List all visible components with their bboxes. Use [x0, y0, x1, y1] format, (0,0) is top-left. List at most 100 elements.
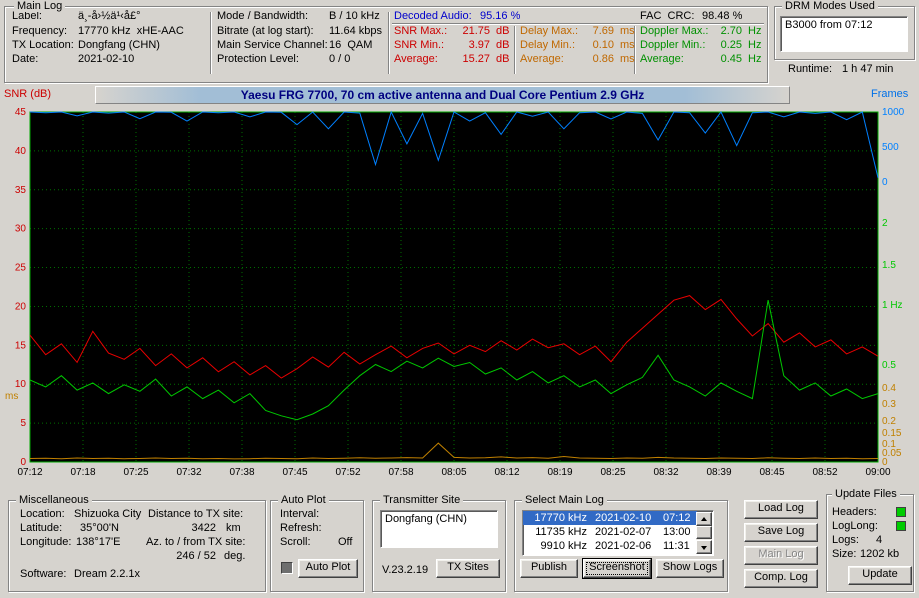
delay-min-value: 0.10 — [592, 39, 614, 51]
software-value: Dream 2.2.1x — [74, 568, 141, 580]
snr-min-caption: SNR Min.: — [394, 39, 445, 51]
auto-plot-button[interactable]: Auto Plot — [298, 559, 358, 578]
save-log-button[interactable]: Save Log — [744, 523, 818, 542]
headers-status-led — [896, 507, 906, 517]
frames-axis-label: Frames — [871, 88, 909, 100]
date-caption: Date: — [12, 53, 39, 65]
tx-location-caption: TX Location: — [12, 39, 74, 51]
latitude-caption: Latitude: — [20, 522, 63, 534]
scroll-value: Off — [338, 536, 353, 548]
delay-avg-caption: Average: — [520, 53, 564, 65]
distance-unit: km — [226, 522, 241, 534]
distance-value: 3422 — [191, 522, 216, 534]
svg-text:07:52: 07:52 — [335, 467, 360, 478]
svg-text:08:12: 08:12 — [494, 467, 519, 478]
separator — [514, 26, 516, 74]
log-list-item[interactable]: 11735 kHz 2021-02-07 13:00 — [523, 525, 697, 539]
screenshot-button[interactable]: Screenshot — [583, 559, 651, 578]
doppler-avg-value: 0.45 — [720, 53, 742, 65]
svg-text:08:19: 08:19 — [547, 467, 572, 478]
svg-text:08:39: 08:39 — [706, 467, 731, 478]
doppler-avg-unit: Hz — [748, 53, 762, 65]
doppler-min-value: 0.25 — [720, 39, 742, 51]
snr-avg-value: 15.27 — [462, 53, 490, 65]
logs-caption: Logs: — [832, 534, 859, 546]
loglong-status-led — [896, 521, 906, 531]
location-value: Shizuoka City — [74, 508, 142, 520]
scrollbar-thumb[interactable] — [696, 526, 712, 539]
miscellaneous-group-title: Miscellaneous — [16, 494, 92, 506]
log-list-item[interactable]: 9910 kHz 2021-02-06 11:31 — [523, 539, 697, 553]
delay-max-value: 7.69 — [592, 25, 614, 37]
publish-button[interactable]: Publish — [520, 559, 578, 578]
show-logs-button[interactable]: Show Logs — [656, 559, 724, 578]
msc-value: 16 QAM — [329, 39, 373, 51]
svg-text:08:25: 08:25 — [600, 467, 625, 478]
logs-value: 4 — [876, 534, 883, 546]
svg-text:08:05: 08:05 — [441, 467, 466, 478]
comp-log-button[interactable]: Comp. Log — [744, 569, 818, 588]
drm-mode-item[interactable]: B3000 from 07:12 — [785, 19, 872, 32]
size-value: 1202 kb — [860, 548, 900, 560]
arrow-up-icon — [701, 517, 707, 521]
load-log-button[interactable]: Load Log — [744, 500, 818, 519]
listbox-scrollbar[interactable] — [696, 512, 712, 554]
update-files-group-title: Update Files — [832, 488, 900, 500]
latitude-value: 35°00'N — [80, 522, 119, 534]
doppler-min-unit: Hz — [748, 39, 762, 51]
date-value: 2021-02-10 — [78, 53, 135, 65]
doppler-avg-caption: Average: — [640, 53, 684, 65]
mode-bandwidth-value: B / 10 kHz — [329, 10, 380, 22]
svg-text:0.4: 0.4 — [882, 383, 896, 394]
doppler-max-value: 2.70 — [720, 25, 742, 37]
azimuth-caption: Az. to / from TX site: — [146, 536, 246, 548]
svg-text:1.5: 1.5 — [882, 260, 896, 271]
software-caption: Software: — [20, 568, 67, 580]
log-item-time: 13:00 — [663, 526, 691, 538]
doppler-max-caption: Doppler Max.: — [640, 25, 709, 37]
snr-avg-caption: Average: — [394, 53, 438, 65]
main-log-listbox[interactable]: 17770 kHz 2021-02-10 07:12 11735 kHz 2021-0… — [522, 510, 714, 556]
size-caption: Size: — [832, 548, 857, 560]
scroll-caption: Scroll: — [280, 536, 311, 548]
distance-caption: Distance to TX site: — [148, 508, 244, 520]
snr-max-caption: SNR Max.: — [394, 25, 448, 37]
log-item-frequency: 11735 kHz — [535, 526, 587, 538]
transmitter-site-item[interactable]: Dongfang (CHN) — [385, 513, 467, 526]
main-log-group-title: Main Log — [14, 0, 66, 12]
log-item-frequency: 9910 kHz — [540, 540, 587, 552]
svg-text:35: 35 — [15, 185, 27, 196]
chart-title-bar: Yaesu FRG 7700, 70 cm active antenna and… — [95, 86, 790, 104]
log-item-time: 07:12 — [663, 512, 691, 524]
snr-avg-unit: dB — [496, 53, 510, 65]
svg-text:20: 20 — [15, 301, 27, 312]
svg-text:5: 5 — [20, 418, 26, 429]
svg-text:25: 25 — [15, 263, 27, 274]
delay-avg-unit: ms — [620, 53, 635, 65]
log-list-item-selected[interactable]: 17770 kHz 2021-02-10 07:12 — [523, 511, 697, 525]
svg-text:07:25: 07:25 — [123, 467, 148, 478]
scroll-up-button[interactable] — [696, 512, 712, 526]
svg-text:09:00: 09:00 — [865, 467, 890, 478]
log-item-date: 2021-02-10 — [595, 512, 652, 524]
scroll-down-button[interactable] — [696, 540, 712, 554]
version-text: V.23.2.19 — [382, 564, 429, 576]
svg-text:30: 30 — [15, 224, 27, 235]
location-caption: Location: — [20, 508, 65, 520]
svg-text:08:52: 08:52 — [812, 467, 837, 478]
tx-sites-button[interactable]: TX Sites — [436, 559, 500, 578]
svg-text:0.3: 0.3 — [882, 399, 896, 410]
snr-max-unit: dB — [496, 25, 510, 37]
refresh-caption: Refresh: — [280, 522, 322, 534]
auto-plot-indicator-well[interactable] — [281, 562, 293, 574]
svg-text:45: 45 — [15, 107, 27, 118]
update-button[interactable]: Update — [848, 566, 912, 585]
main-log-button[interactable]: Main Log — [744, 546, 818, 565]
bitrate-value: 11.64 kbps — [329, 25, 383, 37]
svg-text:ms: ms — [5, 391, 18, 402]
auto-plot-group-title: Auto Plot — [278, 494, 329, 506]
snr-min-value: 3.97 — [468, 39, 490, 51]
svg-text:08:32: 08:32 — [653, 467, 678, 478]
snr-axis-label: SNR (dB) — [4, 88, 52, 100]
delay-min-caption: Delay Min.: — [520, 39, 576, 51]
